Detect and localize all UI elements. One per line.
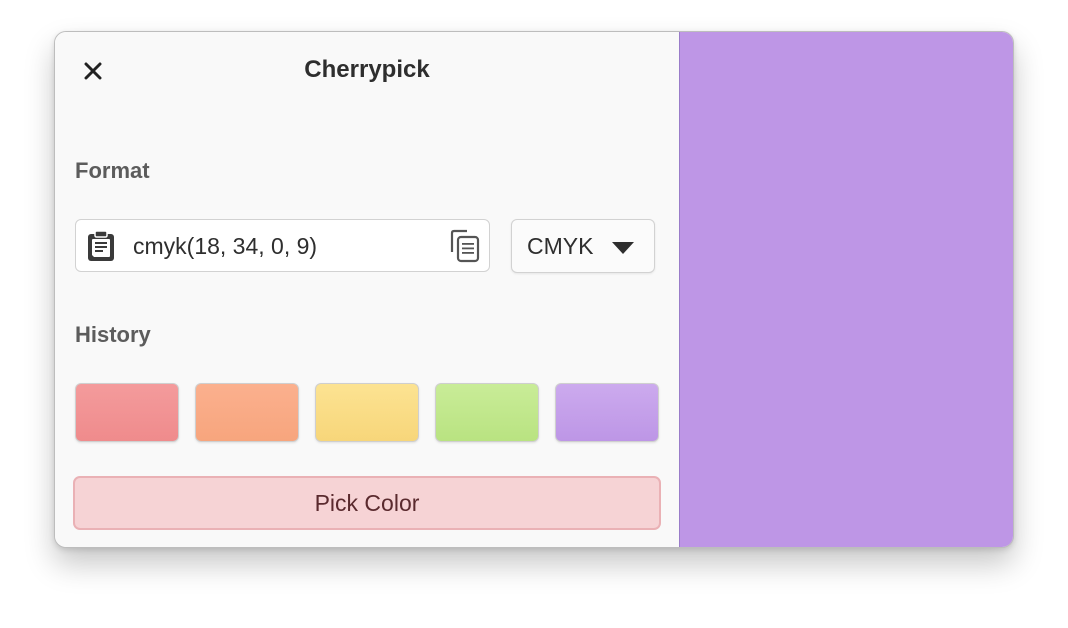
- history-swatch-1[interactable]: [75, 383, 179, 442]
- pick-color-button[interactable]: Pick Color: [73, 476, 661, 530]
- history-swatch-3[interactable]: [315, 383, 419, 442]
- controls-pane: Cherrypick Format cmyk(18, 34, 0, 9) CMY…: [55, 32, 679, 547]
- history-label: History: [75, 322, 151, 347]
- history-swatch-2[interactable]: [195, 383, 299, 442]
- format-dropdown-label: CMYK: [527, 233, 594, 259]
- app-window: Cherrypick Format cmyk(18, 34, 0, 9) CMY…: [54, 31, 1014, 548]
- format-label: Format: [75, 158, 150, 183]
- history-swatch-4[interactable]: [435, 383, 539, 442]
- window-title: Cherrypick: [304, 56, 430, 83]
- paste-icon[interactable]: [86, 230, 116, 262]
- color-preview: [679, 32, 1013, 547]
- copy-icon[interactable]: [449, 229, 481, 263]
- color-value-field[interactable]: cmyk(18, 34, 0, 9): [75, 219, 490, 272]
- format-dropdown[interactable]: CMYK: [511, 219, 655, 273]
- chevron-down-icon: [612, 242, 634, 254]
- history-swatch-5[interactable]: [555, 383, 659, 442]
- color-value-text[interactable]: cmyk(18, 34, 0, 9): [133, 233, 317, 260]
- pick-color-label: Pick Color: [314, 490, 420, 516]
